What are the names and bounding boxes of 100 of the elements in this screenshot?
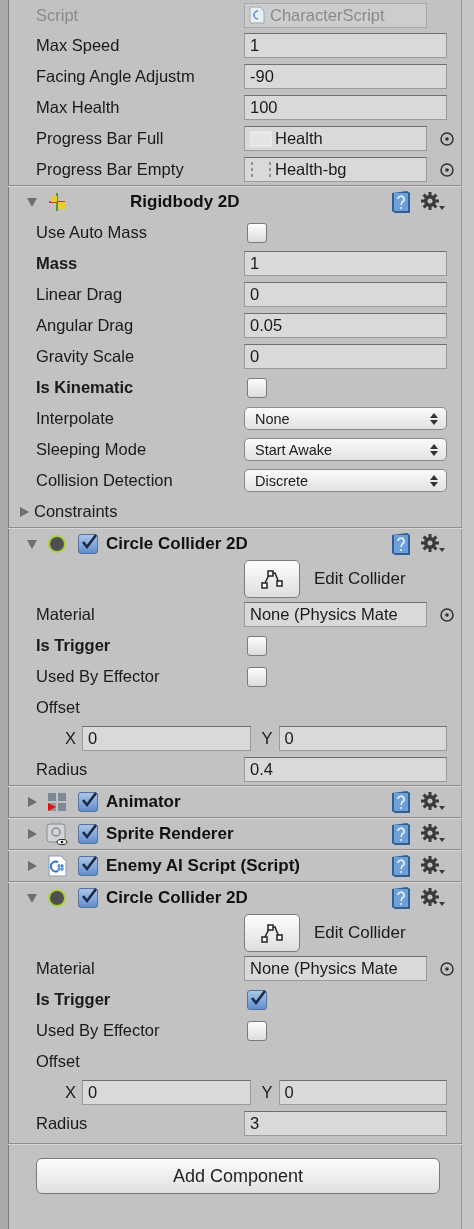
checkbox[interactable] — [247, 1020, 267, 1041]
rigidbody-gizmo-icon — [46, 190, 68, 213]
text-field[interactable]: 3 — [244, 1111, 447, 1136]
component-title: Enemy AI Script (Script) — [106, 855, 301, 876]
expand-arrow-icon[interactable] — [26, 891, 38, 904]
field-label: Material — [36, 605, 96, 624]
field-label: Max Speed — [36, 36, 121, 55]
object-picker-icon[interactable] — [439, 130, 455, 147]
settings-icon[interactable] — [420, 790, 446, 813]
object-field: CharacterScript — [244, 2, 427, 28]
help-book-icon[interactable] — [390, 189, 412, 214]
field-label: Is Trigger — [36, 636, 112, 655]
field-label: Is Trigger — [36, 990, 112, 1009]
axis-label: Y — [260, 729, 274, 748]
dropdown[interactable]: Discrete — [244, 469, 447, 492]
dropdown[interactable]: Start Awake — [244, 438, 447, 461]
expand-arrow-icon[interactable] — [26, 827, 38, 840]
settings-icon[interactable] — [420, 886, 446, 909]
dropdown[interactable]: None — [244, 407, 447, 430]
axis-label: X — [64, 1083, 77, 1102]
text-field[interactable]: 1 — [244, 251, 447, 276]
field-label: Offset — [36, 1052, 81, 1071]
checkbox[interactable] — [247, 377, 267, 398]
expand-arrow-icon[interactable] — [26, 795, 38, 808]
text-field[interactable]: 0 — [244, 282, 447, 307]
edit-collider-button[interactable] — [244, 560, 300, 598]
polygon-nodes-icon — [260, 569, 284, 589]
field-label: Material — [36, 959, 96, 978]
field-label: Progress Bar Full — [36, 129, 165, 148]
checkbox[interactable] — [247, 222, 267, 243]
object-field[interactable]: None (Physics Mate — [244, 956, 427, 981]
polygon-nodes-icon — [260, 923, 284, 943]
text-field[interactable]: 1 — [244, 33, 447, 58]
field-label: Use Auto Mass — [36, 223, 148, 242]
field-label: Script — [36, 5, 80, 25]
object-picker-icon[interactable] — [439, 161, 455, 178]
help-book-icon[interactable] — [390, 531, 412, 556]
axis-label: Y — [260, 1083, 274, 1102]
axis-label: X — [64, 729, 77, 748]
help-book-icon[interactable] — [390, 821, 412, 846]
settings-icon[interactable] — [420, 190, 446, 213]
script-file-icon — [248, 6, 266, 24]
object-picker-icon[interactable] — [439, 606, 455, 623]
object-field[interactable]: None (Physics Mate — [244, 602, 427, 627]
expand-arrow-icon[interactable] — [26, 195, 38, 208]
field-label: Gravity Scale — [36, 347, 136, 366]
field-label: Linear Drag — [36, 285, 124, 304]
text-field[interactable]: 0.05 — [244, 313, 447, 338]
field-label: Used By Effector — [36, 1021, 161, 1040]
field-label: Radius — [36, 760, 89, 779]
settings-icon[interactable] — [420, 532, 446, 555]
edit-collider-button[interactable] — [244, 914, 300, 952]
help-book-icon[interactable] — [390, 853, 412, 878]
component-title: Rigidbody 2D — [130, 191, 241, 212]
component-title: Circle Collider 2D — [106, 887, 249, 908]
field-label: Used By Effector — [36, 667, 161, 686]
number-field[interactable]: 0 — [278, 726, 447, 751]
component-title: Circle Collider 2D — [106, 533, 249, 554]
foldout-arrow-icon[interactable] — [18, 505, 30, 518]
checkbox[interactable] — [78, 823, 98, 844]
checkbox[interactable] — [247, 989, 267, 1010]
text-field[interactable]: 0.4 — [244, 757, 447, 782]
number-field[interactable]: 0 — [82, 726, 251, 751]
component-title: Animator — [106, 791, 182, 812]
checkbox[interactable] — [78, 533, 98, 554]
settings-icon[interactable] — [420, 854, 446, 877]
settings-icon[interactable] — [420, 822, 446, 845]
expand-arrow-icon[interactable] — [26, 537, 38, 550]
help-book-icon[interactable] — [390, 789, 412, 814]
field-label: Is Kinematic — [36, 378, 135, 397]
sprite-eye-icon — [46, 822, 68, 845]
field-label: Max Health — [36, 98, 121, 117]
foldout-label[interactable]: Constraints — [34, 502, 118, 521]
help-book-icon[interactable] — [390, 885, 412, 910]
add-component-button[interactable]: Add Component — [36, 1158, 440, 1194]
field-label: Angular Drag — [36, 316, 135, 335]
text-field[interactable]: -90 — [244, 64, 447, 89]
checkbox[interactable] — [78, 791, 98, 812]
edit-collider-label: Edit Collider — [314, 569, 406, 589]
number-field[interactable]: 0 — [82, 1080, 251, 1105]
object-field[interactable]: Health — [244, 126, 427, 151]
field-label: Progress Bar Empty — [36, 160, 185, 179]
text-field[interactable]: 0 — [244, 344, 447, 369]
field-label: Radius — [36, 1114, 89, 1133]
expand-arrow-icon[interactable] — [26, 859, 38, 872]
checkbox[interactable] — [247, 666, 267, 687]
script-file-icon — [46, 854, 68, 877]
component-title: Sprite Renderer — [106, 823, 235, 844]
field-label: Offset — [36, 698, 81, 717]
checkbox[interactable] — [78, 855, 98, 876]
number-field[interactable]: 0 — [278, 1080, 447, 1105]
field-label: Facing Angle Adjustm — [36, 67, 196, 86]
edit-collider-label: Edit Collider — [314, 923, 406, 943]
object-picker-icon[interactable] — [439, 960, 455, 977]
text-field[interactable]: 100 — [244, 95, 447, 120]
checkbox[interactable] — [247, 635, 267, 656]
checkbox[interactable] — [78, 887, 98, 908]
field-label: Collision Detection — [36, 471, 174, 490]
field-label: Sleeping Mode — [36, 440, 148, 459]
object-field[interactable]: Health-bg — [244, 157, 427, 182]
